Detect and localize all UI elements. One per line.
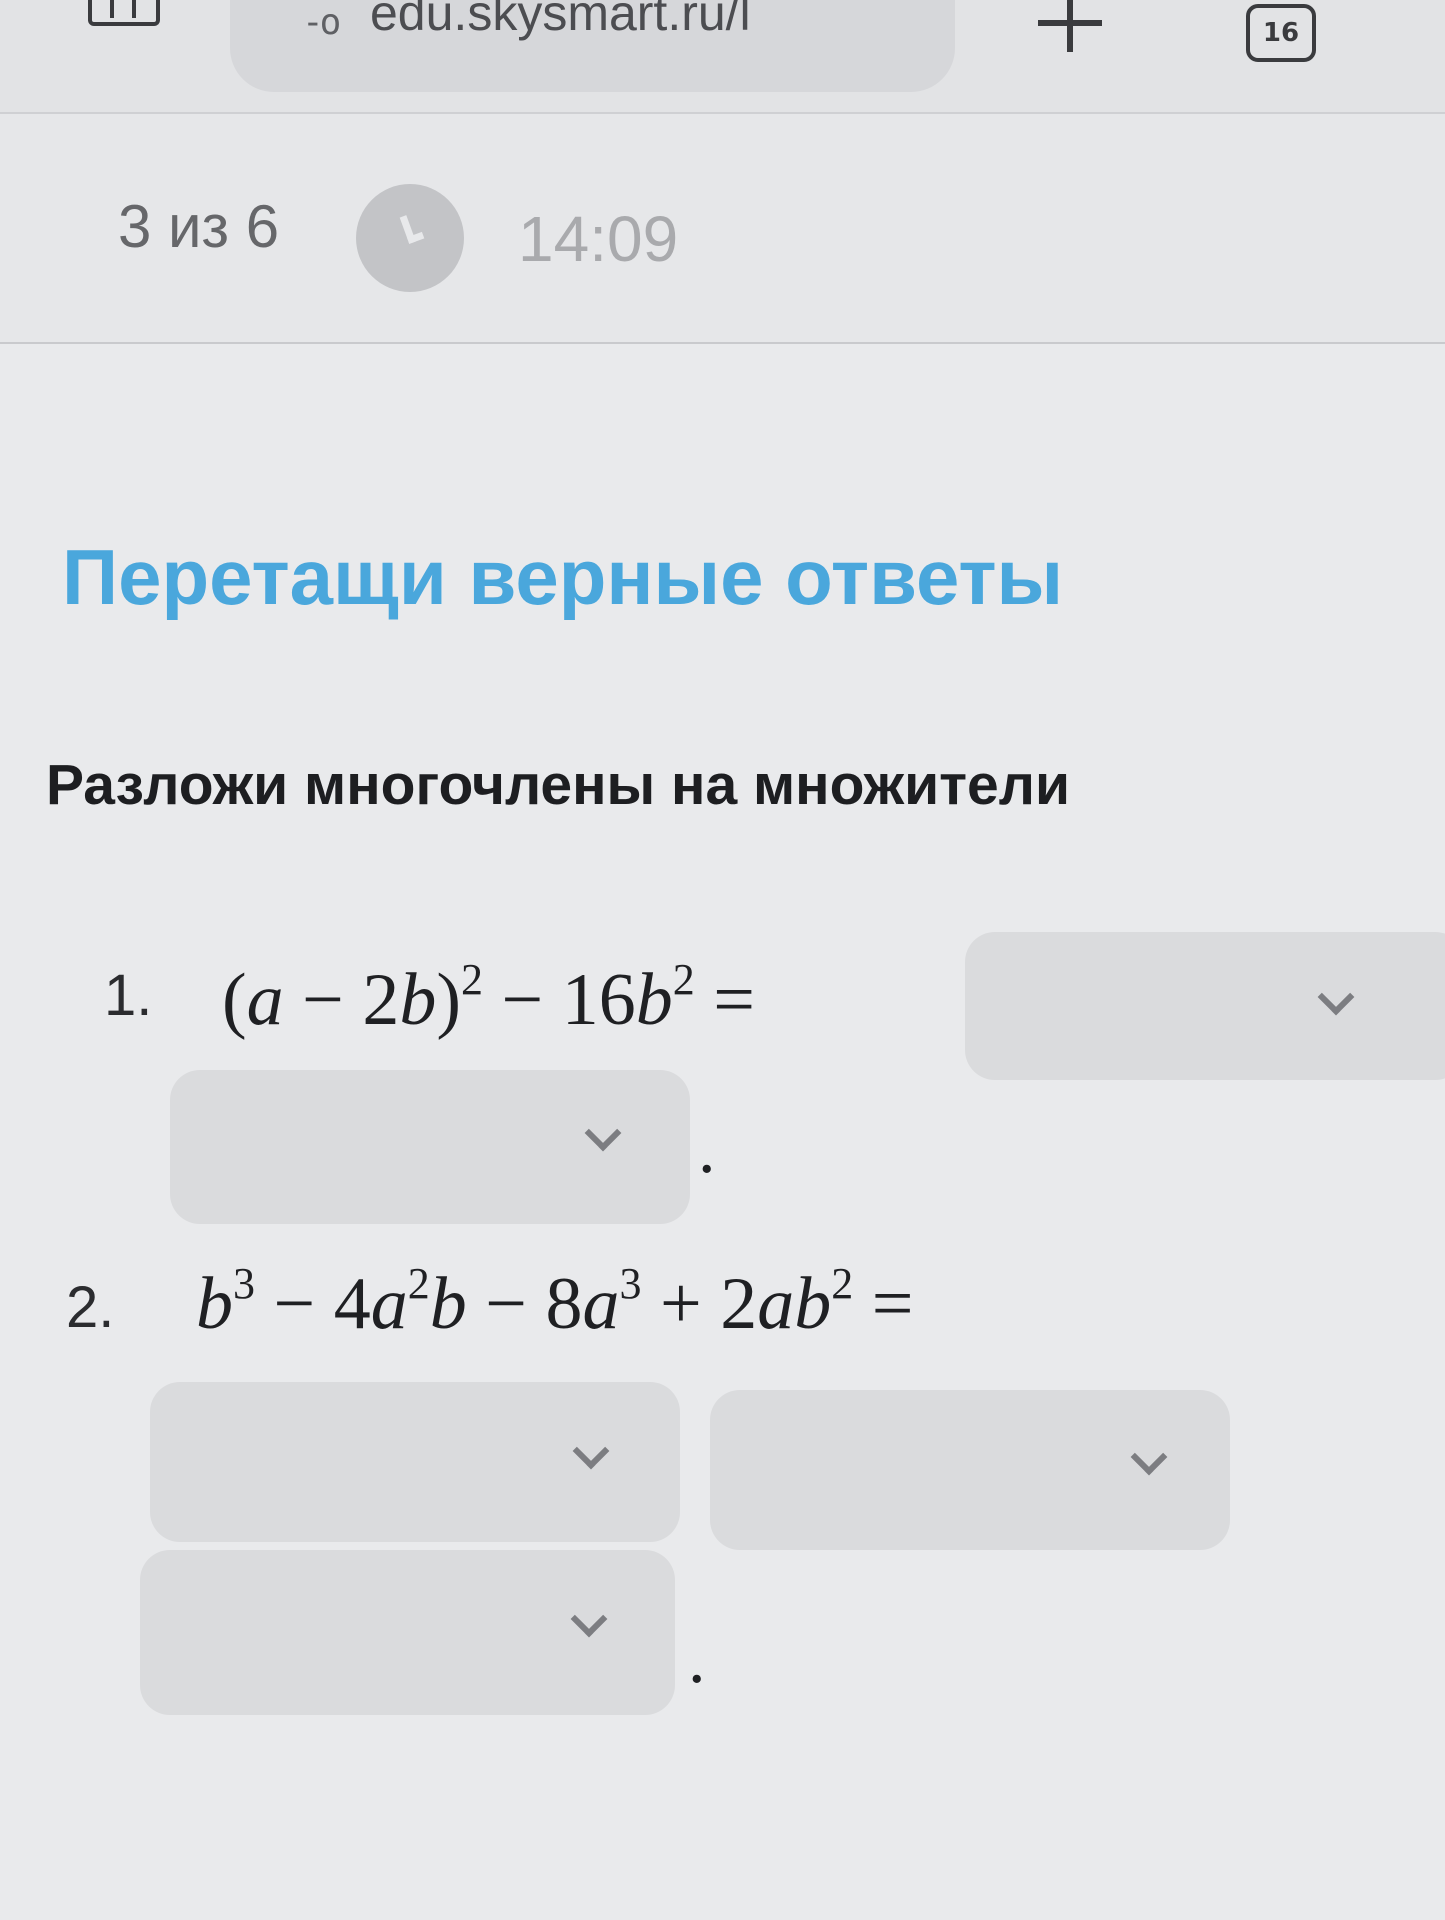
task-1-number: 1. bbox=[104, 963, 153, 1028]
task-2-number: 2. bbox=[66, 1275, 115, 1340]
tab-count-button[interactable]: 16 bbox=[1246, 4, 1316, 62]
tabs-grid-icon[interactable] bbox=[88, 0, 160, 26]
task-2-answer-dropdown-3[interactable] bbox=[140, 1550, 675, 1715]
address-bar[interactable]: -o edu.skysmart.ru/l bbox=[230, 0, 955, 92]
task-2-period: . bbox=[688, 1621, 706, 1698]
url-text[interactable]: edu.skysmart.ru/l bbox=[370, 0, 751, 42]
new-tab-icon[interactable] bbox=[1038, 0, 1102, 52]
task-1-answer-dropdown-2[interactable] bbox=[170, 1070, 690, 1224]
chevron-down-icon bbox=[572, 1432, 610, 1470]
chevron-down-icon bbox=[1130, 1438, 1168, 1476]
chevron-down-icon bbox=[584, 1114, 622, 1152]
clock-hand-icon bbox=[399, 212, 425, 244]
chevron-down-icon bbox=[1317, 978, 1355, 1016]
task-1-expression-text: (a − 2b)2 − 16b2 = bbox=[222, 955, 756, 1041]
browser-toolbar: -o edu.skysmart.ru/l 16 bbox=[0, 0, 1445, 114]
lock-icon: -o bbox=[302, 2, 341, 43]
task-2-expression-text: b3 − 4a2b − 8a3 + 2ab2 = bbox=[196, 1259, 914, 1345]
task-1-answer-dropdown-1[interactable] bbox=[965, 932, 1445, 1080]
task-2-answer-dropdown-1[interactable] bbox=[150, 1382, 680, 1542]
task-2-expression: b3 − 4a2b − 8a3 + 2ab2 = bbox=[196, 1259, 914, 1347]
progress-header: 3 из 6 14:09 bbox=[0, 114, 1445, 344]
task-1-expression: (a − 2b)2 − 16b2 = bbox=[222, 955, 756, 1043]
task-2-answer-dropdown-2[interactable] bbox=[710, 1390, 1230, 1550]
task-1-period: . bbox=[698, 1111, 716, 1188]
clock-icon bbox=[356, 184, 464, 292]
timer-text: 14:09 bbox=[518, 203, 679, 275]
chevron-down-icon bbox=[570, 1600, 608, 1638]
page-title: Перетащи верные ответы bbox=[62, 533, 1064, 621]
task-instruction: Разложи многочлены на множители bbox=[46, 753, 1070, 817]
question-counter: 3 из 6 bbox=[118, 193, 280, 260]
